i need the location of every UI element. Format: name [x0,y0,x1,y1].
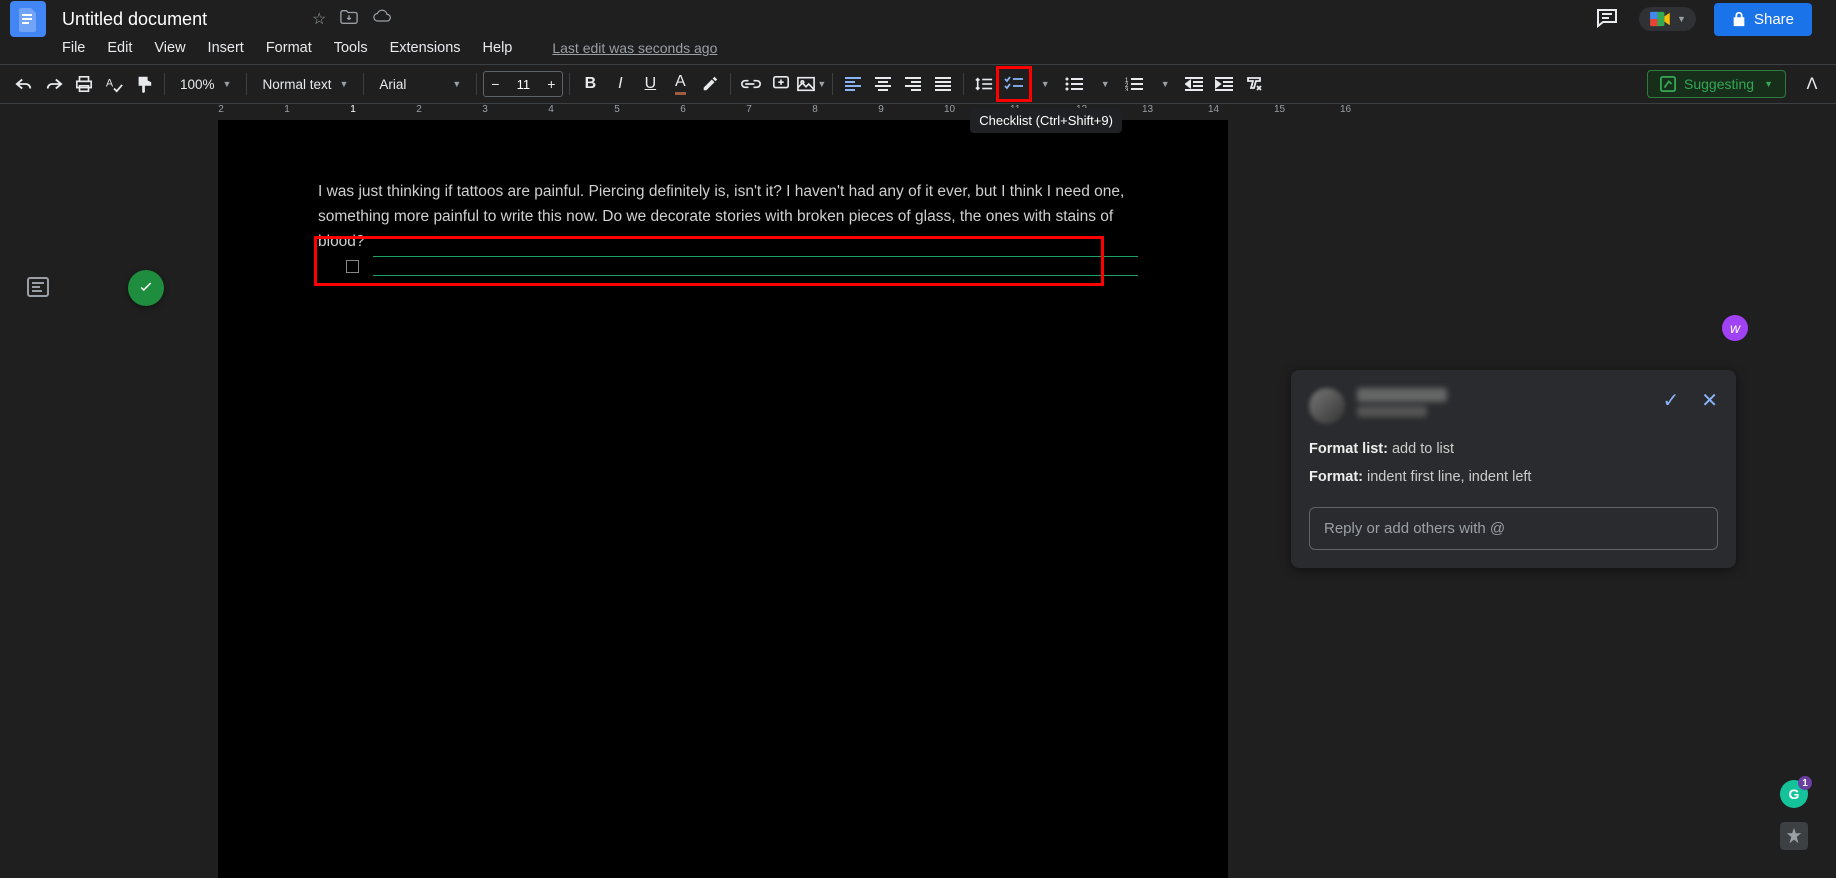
reject-suggestion-button[interactable]: ✕ [1701,388,1718,413]
menu-tools[interactable]: Tools [334,40,368,56]
font-size-stepper[interactable]: − + [483,71,563,97]
chevron-down-icon: ▼ [1764,79,1773,89]
docs-logo[interactable] [10,1,46,37]
italic-button[interactable]: I [606,70,634,98]
chevron-down-icon: ▼ [1101,79,1110,89]
grammarly-badge[interactable]: G1 [1780,780,1808,808]
increase-font-button[interactable]: + [540,72,562,96]
paragraph-text[interactable]: I was just thinking if tattoos are painf… [318,180,1138,254]
menu-file[interactable]: File [62,40,85,56]
suggestion-card: ✓ ✕ Format list: add to list Format: ind… [1291,370,1736,568]
meet-button[interactable]: ▼ [1639,7,1696,31]
star-icon[interactable]: ☆ [312,9,326,29]
chevron-down-icon: ▼ [223,79,232,89]
menu-view[interactable]: View [154,40,185,56]
spellcheck-button[interactable]: A [100,70,128,98]
font-size-input[interactable] [506,77,540,92]
svg-text:3: 3 [1125,88,1129,91]
decrease-indent-button[interactable] [1180,70,1208,98]
document-page[interactable]: I was just thinking if tattoos are painf… [218,120,1228,878]
ruler[interactable]: 2 1 1 2 3 4 5 6 7 8 9 10 11 12 13 14 15 … [0,104,1836,120]
decrease-font-button[interactable]: − [484,72,506,96]
checklist-button[interactable]: Checklist (Ctrl+Shift+9) [1000,70,1028,98]
print-button[interactable] [70,70,98,98]
checklist-item[interactable] [346,256,1138,276]
align-justify-button[interactable] [929,70,957,98]
suggestion-author [1357,388,1447,417]
increase-indent-button[interactable] [1210,70,1238,98]
menu-bar: File Edit View Insert Format Tools Exten… [0,32,1836,64]
svg-text:A: A [106,78,114,90]
last-edit-link[interactable]: Last edit was seconds ago [552,40,717,56]
menu-extensions[interactable]: Extensions [390,40,461,56]
bulleted-list-menu-button[interactable]: ▼ [1090,70,1118,98]
redo-button[interactable] [40,70,68,98]
move-icon[interactable] [340,9,358,29]
align-left-button[interactable] [839,70,867,98]
chevron-down-icon: ▼ [1041,79,1050,89]
explore-button[interactable] [1780,822,1808,850]
suggestion-label-1: Format list: [1309,441,1388,457]
clear-formatting-button[interactable] [1240,70,1268,98]
chevron-down-icon: ▼ [1161,79,1170,89]
checklist-text-input[interactable] [373,256,1138,276]
paint-format-button[interactable] [130,70,158,98]
share-label: Share [1754,11,1794,28]
paragraph-style-select[interactable]: Normal text▼ [253,70,357,98]
numbered-list-menu-button[interactable]: ▼ [1150,70,1178,98]
suggestion-label-2: Format: [1309,469,1363,485]
suggestion-value-2: indent first line, indent left [1363,469,1531,485]
cloud-status-icon[interactable] [372,9,392,29]
grammarly-count: 1 [1798,776,1812,790]
collaborator-avatar[interactable]: w [1722,315,1748,341]
checklist-menu-button[interactable]: ▼ [1030,70,1058,98]
comment-history-icon[interactable] [1595,6,1621,32]
underline-button[interactable]: U [636,70,664,98]
line-spacing-button[interactable] [970,70,998,98]
align-right-button[interactable] [899,70,927,98]
hide-menus-button[interactable]: ᐱ [1798,70,1826,98]
menu-help[interactable]: Help [483,40,513,56]
chevron-down-icon: ▼ [452,79,461,89]
chevron-down-icon: ▼ [1677,14,1686,24]
menu-format[interactable]: Format [266,40,312,56]
checkbox-icon[interactable] [346,260,359,273]
chevron-down-icon: ▼ [817,79,826,89]
undo-button[interactable] [10,70,38,98]
insert-link-button[interactable] [737,70,765,98]
menu-edit[interactable]: Edit [107,40,132,56]
text-color-button[interactable]: A [666,70,694,98]
suggestion-value-1: add to list [1388,441,1454,457]
avatar [1309,388,1345,424]
editing-mode-select[interactable]: Suggesting ▼ [1647,70,1786,98]
document-title[interactable] [58,7,298,32]
toolbar: A 100%▼ Normal text▼ Arial▼ − + B I U A … [0,64,1836,104]
font-select[interactable]: Arial▼ [370,70,470,98]
bulleted-list-button[interactable] [1060,70,1088,98]
reply-input[interactable]: Reply or add others with @ [1309,507,1718,550]
highlight-button[interactable] [696,70,724,98]
share-button[interactable]: Share [1714,3,1812,36]
accept-suggestion-button[interactable]: ✓ [1662,388,1679,413]
show-outline-button[interactable] [26,275,54,303]
bold-button[interactable]: B [576,70,604,98]
accept-all-suggestions-badge[interactable] [128,270,164,306]
chevron-down-icon: ▼ [339,79,348,89]
align-center-button[interactable] [869,70,897,98]
numbered-list-button[interactable]: 123 [1120,70,1148,98]
tooltip: Checklist (Ctrl+Shift+9) [970,108,1122,133]
zoom-select[interactable]: 100%▼ [171,70,240,98]
add-comment-button[interactable] [767,70,795,98]
insert-image-button[interactable]: ▼ [797,70,826,98]
menu-insert[interactable]: Insert [208,40,244,56]
